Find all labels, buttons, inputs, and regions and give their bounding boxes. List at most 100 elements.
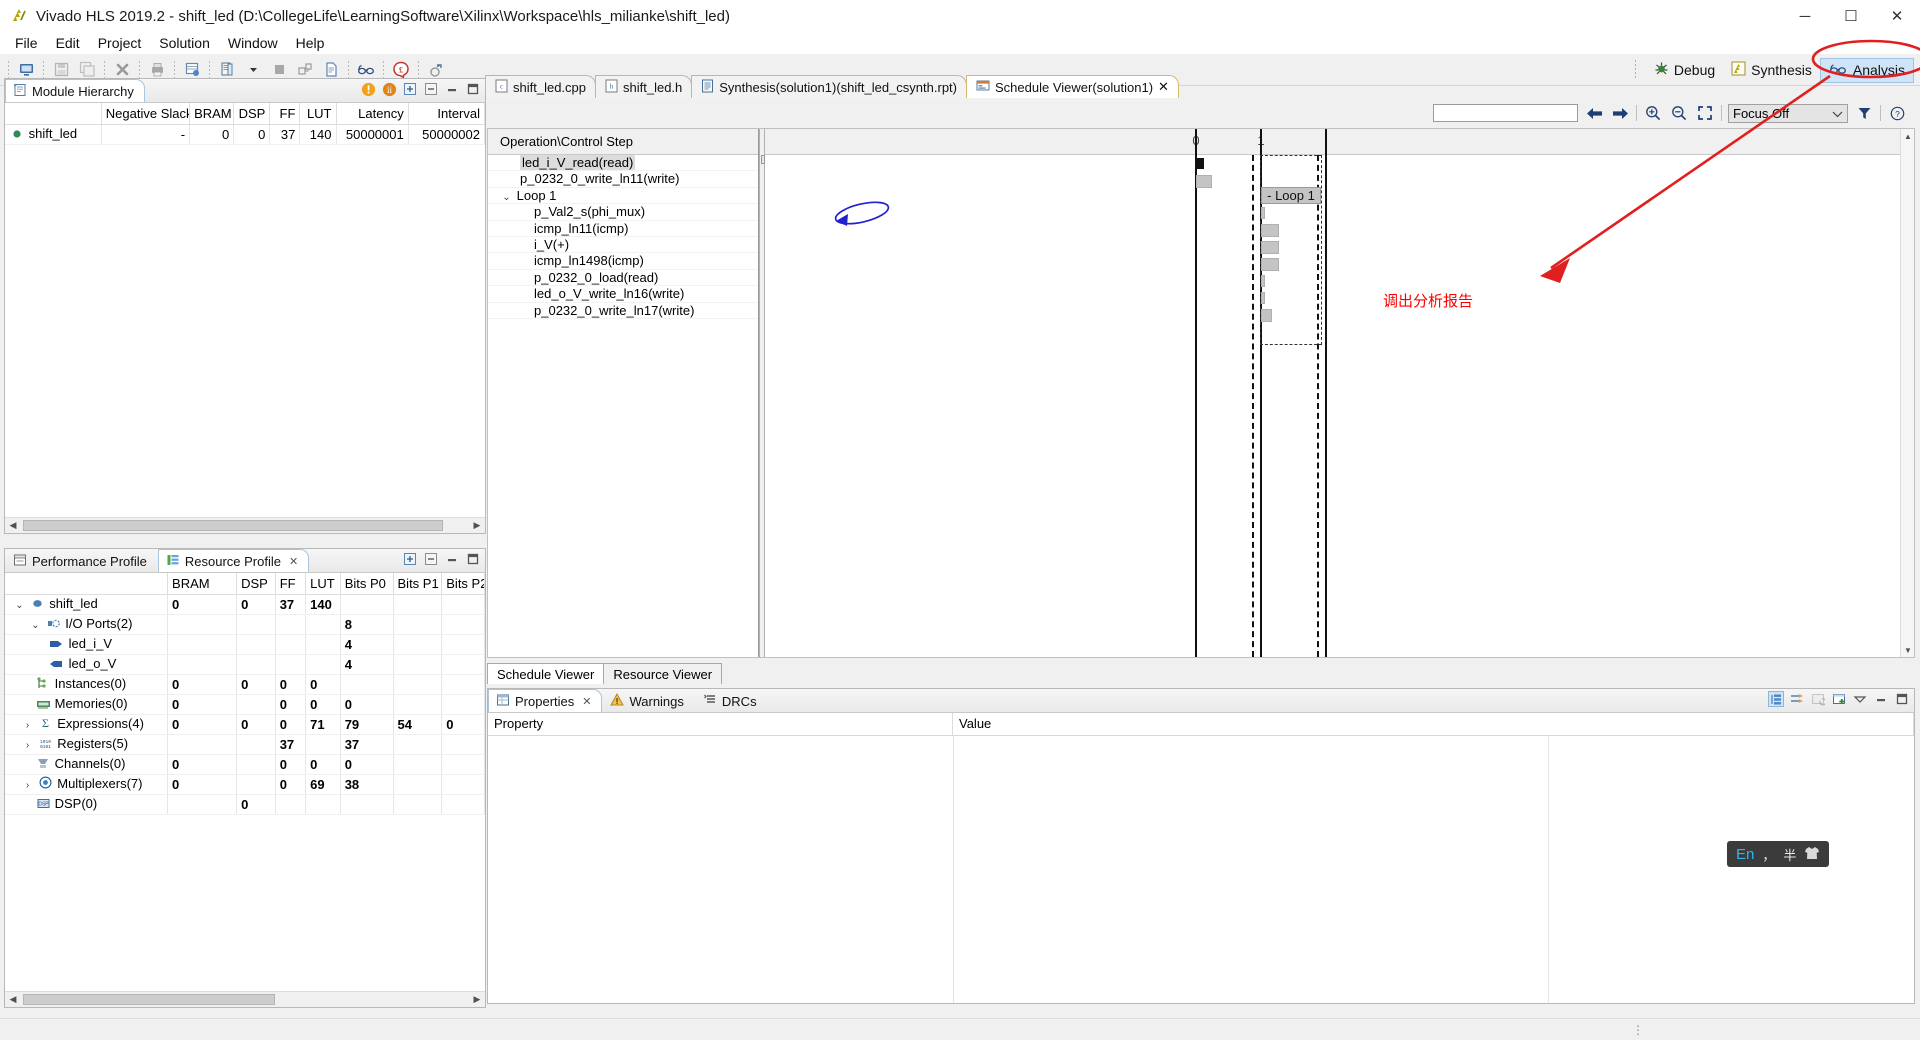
hscroll-track[interactable] [21,992,469,1007]
col-negative-slack[interactable]: Negative Slack [101,103,191,125]
restore-default-icon[interactable] [1810,691,1826,707]
operation-row[interactable]: p_0232_0_write_ln17(write) [488,303,758,319]
subtab-resource-viewer[interactable]: Resource Viewer [603,663,723,684]
col-bits-p1[interactable]: Bits P1 [393,573,443,595]
operation-row[interactable]: led_o_V_write_ln16(write) [488,286,758,303]
expand-twisty-icon[interactable]: ⌄ [13,600,26,611]
loop-header-bar[interactable]: - Loop 1 [1261,187,1321,204]
table-row[interactable]: Memories(0) 0 0 0 0 [5,694,485,715]
table-row[interactable]: › 1010 0101 Registers(5) 37 37 [5,734,485,755]
editor-tab-schedule-viewer[interactable]: Schedule Viewer(solution1) ✕ [966,75,1179,98]
table-row[interactable]: › Multiplexers(7) 0 0 69 38 [5,774,485,795]
minimize-panel-icon[interactable] [444,551,460,567]
menu-project[interactable]: Project [89,33,151,53]
tab-module-hierarchy[interactable]: Module Hierarchy [5,79,145,102]
maximize-panel-icon[interactable] [465,81,481,97]
col-ff[interactable]: FF [269,103,301,125]
table-row[interactable]: led_o_V 4 [5,654,485,675]
collapse-twisty-icon[interactable]: ⌄ [500,190,513,203]
filter-icon[interactable] [1854,103,1874,123]
subtab-schedule-viewer[interactable]: Schedule Viewer [487,663,605,684]
close-icon[interactable]: ✕ [582,695,591,708]
menu-help[interactable]: Help [287,33,334,53]
table-row[interactable]: › Σ Expressions(4) 0 0 0 71 79 54 0 [5,714,485,735]
minimize-button[interactable]: ─ [1782,0,1828,32]
operation-row[interactable]: led_i_V_read(read) [488,155,758,172]
col-latency[interactable]: Latency [336,103,409,125]
scroll-right-icon[interactable]: ▶ [469,992,485,1007]
table-row[interactable]: shift_led - 0 0 37 140 50000001 50000002 [5,124,485,145]
col-bram[interactable]: BRAM [167,573,238,595]
hscroll-thumb[interactable] [23,994,275,1005]
search-input[interactable] [1433,104,1578,122]
tab-drcs[interactable]: DRCs [695,689,768,712]
col-dsp[interactable]: DSP [236,573,276,595]
scroll-up-icon[interactable]: ▲ [1901,129,1914,143]
col-bram[interactable]: BRAM [189,103,235,125]
new-property-icon[interactable] [1831,691,1847,707]
close-icon[interactable]: ✕ [289,555,298,568]
operation-bar[interactable] [1196,175,1212,188]
operation-bar[interactable] [1261,207,1265,219]
table-row[interactable]: ⌄ shift_led 0 0 37 140 [5,594,485,615]
col-bits-p0[interactable]: Bits P0 [340,573,394,595]
col-interval[interactable]: Interval [408,103,485,125]
operation-row[interactable]: p_Val2_s(phi_mux) [488,204,758,221]
warnings-badge-icon[interactable]: ii [381,81,397,97]
editor-tab-synthesis-report[interactable]: Synthesis(solution1)(shift_led_csynth.rp… [691,75,967,98]
tab-resource-profile[interactable]: Resource Profile ✕ [157,549,310,572]
zoom-in-icon[interactable] [1643,103,1663,123]
view-menu-icon[interactable] [1852,691,1868,707]
expand-all-icon[interactable] [402,551,418,567]
next-icon[interactable] [1610,103,1630,123]
hscroll-thumb[interactable] [23,520,443,531]
scroll-down-icon[interactable]: ▼ [1901,643,1914,657]
show-advanced-icon[interactable] [1789,691,1805,707]
ime-punctuation-toggle[interactable]: ， [1762,845,1775,864]
collapse-all-icon[interactable] [423,551,439,567]
menu-edit[interactable]: Edit [47,33,89,53]
close-icon[interactable]: ✕ [1158,79,1169,95]
properties-grid[interactable] [488,736,1914,1003]
operation-row[interactable]: p_0232_0_load(read) [488,270,758,287]
operation-row[interactable]: icmp_ln11(icmp) [488,221,758,237]
operation-row[interactable]: p_0232_0_write_ln11(write) [488,171,758,188]
close-button[interactable]: ✕ [1874,0,1920,32]
col-lut[interactable]: LUT [305,573,341,595]
tab-performance-profile[interactable]: Performance Profile [5,549,158,572]
operation-bar[interactable] [1261,241,1279,254]
col-dsp[interactable]: DSP [233,103,271,125]
table-row[interactable]: ⌄ I/O Ports(2) 8 [5,614,485,635]
tab-warnings[interactable]: Warnings [602,689,694,712]
operation-bar[interactable] [1261,309,1272,322]
editor-tab-shift-led-h[interactable]: h shift_led.h [595,75,693,98]
scroll-left-icon[interactable]: ◀ [5,518,21,533]
zoom-out-icon[interactable] [1669,103,1689,123]
tab-properties[interactable]: Properties ✕ [488,689,603,712]
minimize-panel-icon[interactable] [1873,691,1889,707]
errors-badge-icon[interactable] [360,81,376,97]
menu-window[interactable]: Window [219,33,287,53]
focus-mode-dropdown[interactable]: Focus Off [1728,103,1848,123]
show-categories-icon[interactable] [1768,691,1784,707]
expand-twisty-icon[interactable]: ⌄ [29,620,42,631]
col-property[interactable]: Property [488,713,953,735]
ime-width-toggle[interactable]: 半 [1783,845,1796,864]
maximize-panel-icon[interactable] [1894,691,1910,707]
shirt-icon[interactable] [1804,846,1820,863]
ime-language-label[interactable]: En [1736,846,1754,863]
table-row[interactable]: Channels(0) 0 0 0 0 [5,754,485,775]
col-name[interactable] [5,573,169,595]
expand-all-icon[interactable] [402,81,418,97]
schedule-vscrollbar[interactable]: ▲ ▼ [1900,129,1914,657]
table-row[interactable]: DSP DSP(0) 0 [5,794,485,815]
operation-bar[interactable] [1261,224,1279,237]
operation-bar[interactable] [1196,158,1204,169]
operation-row[interactable]: icmp_ln1498(icmp) [488,253,758,270]
ime-indicator[interactable]: En ， 半 [1727,841,1830,867]
operation-bar[interactable] [1261,275,1265,287]
collapse-all-icon[interactable] [423,81,439,97]
scroll-right-icon[interactable]: ▶ [469,518,485,533]
help-icon[interactable]: ? [1887,103,1907,123]
expand-twisty-icon[interactable]: › [21,780,34,791]
